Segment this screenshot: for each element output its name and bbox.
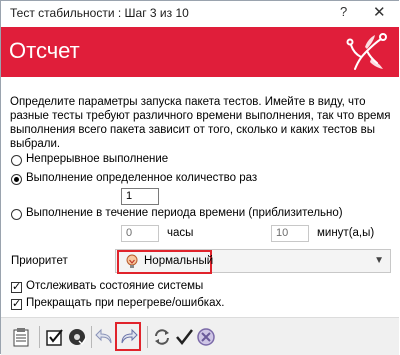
cancel-icon[interactable] bbox=[196, 327, 216, 347]
radio-continuous[interactable] bbox=[11, 155, 22, 166]
run-count-input[interactable]: 1 bbox=[121, 188, 159, 205]
minutes-value: 10 bbox=[276, 227, 289, 239]
window-title: Тест стабильности : Шаг 3 из 10 bbox=[10, 6, 189, 20]
checkmark-icon[interactable] bbox=[174, 327, 194, 347]
wizard-window: Тест стабильности : Шаг 3 из 10 ? ✕ Отсч… bbox=[0, 0, 399, 355]
run-count-value: 1 bbox=[126, 190, 133, 202]
forward-arrow-icon[interactable] bbox=[118, 327, 138, 347]
toolbar-separator bbox=[91, 326, 92, 348]
priority-label: Приоритет bbox=[11, 255, 68, 267]
clipboard-icon[interactable] bbox=[11, 327, 31, 347]
fixed-count-label[interactable]: Выполнение определенное количество раз bbox=[26, 172, 257, 184]
chevron-down-icon: ▼ bbox=[374, 255, 384, 266]
page-title: Отсчет bbox=[9, 38, 80, 63]
check-report-icon[interactable] bbox=[45, 327, 65, 347]
monitor-label[interactable]: Отслеживать состояние системы bbox=[26, 280, 203, 292]
refresh-icon[interactable] bbox=[152, 327, 172, 347]
disk-check-icon[interactable] bbox=[67, 327, 87, 347]
minutes-input[interactable]: 10 bbox=[271, 225, 309, 242]
toolbar-separator bbox=[147, 326, 148, 348]
priority-select[interactable]: Нормальный ▼ bbox=[115, 249, 391, 274]
settings-panel: Определите параметры запуска пакета тест… bbox=[1, 77, 399, 317]
back-arrow-icon[interactable] bbox=[95, 327, 115, 347]
title-bar: Тест стабильности : Шаг 3 из 10 ? ✕ bbox=[1, 1, 399, 27]
monitor-checkbox[interactable] bbox=[11, 280, 22, 293]
header-banner: Отсчет bbox=[1, 27, 399, 77]
hours-unit-label: часы bbox=[167, 227, 194, 239]
radio-time-period[interactable] bbox=[11, 209, 22, 220]
toolbar-separator bbox=[39, 326, 40, 348]
hours-value: 0 bbox=[126, 227, 133, 239]
minutes-unit-label: минут(а,ы) bbox=[317, 227, 375, 239]
bottom-toolbar bbox=[1, 317, 399, 355]
priority-value: Нормальный bbox=[144, 255, 214, 267]
continuous-label[interactable]: Непрерывное выполнение bbox=[26, 153, 168, 165]
app-logo-icon bbox=[346, 33, 387, 70]
radio-fixed-count[interactable] bbox=[11, 174, 22, 185]
help-button[interactable]: ? bbox=[340, 4, 347, 19]
priority-bulb-icon bbox=[126, 254, 138, 268]
close-button[interactable]: ✕ bbox=[373, 3, 386, 21]
time-period-label[interactable]: Выполнение в течение периода времени (пр… bbox=[26, 207, 343, 219]
stop-on-overheat-label[interactable]: Прекращать при перегреве/ошибках. bbox=[26, 297, 224, 309]
description-text: Определите параметры запуска пакета тест… bbox=[10, 96, 391, 150]
stop-on-overheat-checkbox[interactable] bbox=[11, 297, 22, 310]
hours-input[interactable]: 0 bbox=[121, 225, 159, 242]
